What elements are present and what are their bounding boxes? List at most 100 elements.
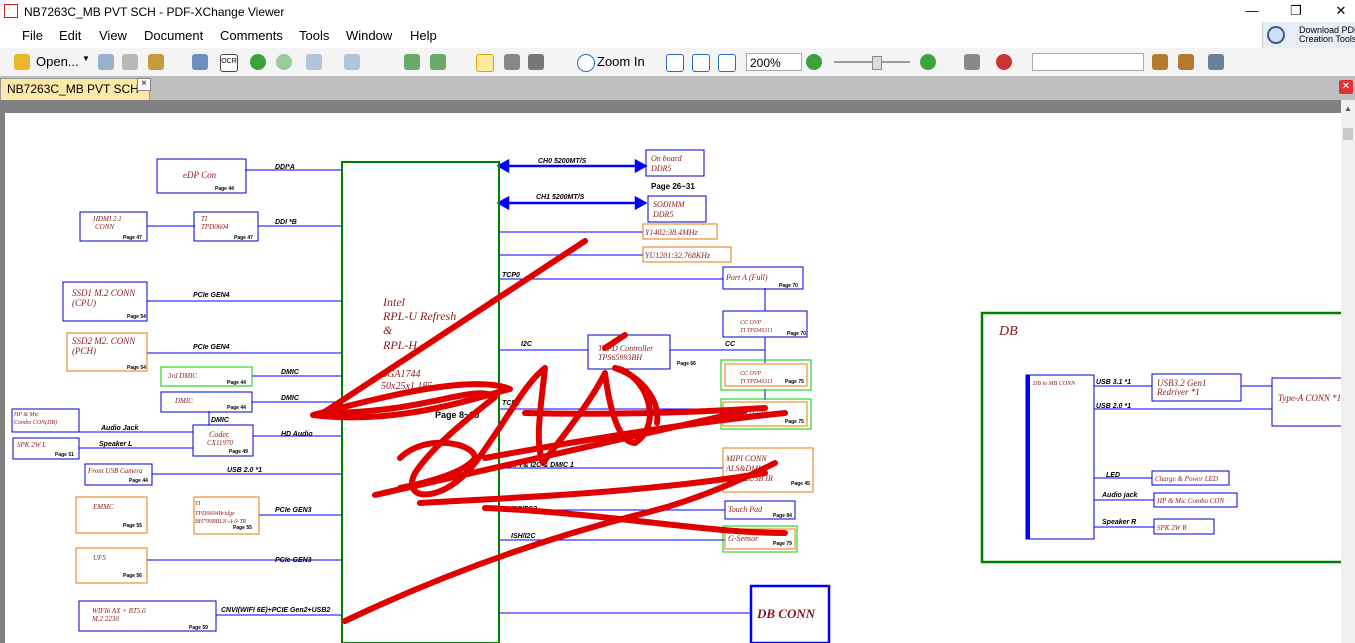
menu-view[interactable]: View	[99, 28, 127, 43]
db-aj-signal: Audio jack	[1101, 492, 1139, 499]
ufs-signal: PCIe GEN3	[275, 557, 312, 564]
ssd2-label-2: (PCH)	[72, 346, 96, 356]
restore-button[interactable]: ❐	[1273, 0, 1319, 24]
menu-edit[interactable]: Edit	[59, 28, 81, 43]
page-view-icon[interactable]	[430, 54, 446, 70]
undo-icon[interactable]	[306, 54, 322, 70]
wifi-label-1: WIFI6 AX + BT5.0	[92, 607, 146, 615]
typewriter-icon[interactable]	[192, 54, 208, 70]
sodimm-label-1: SODIMM	[653, 200, 686, 209]
menu-tools[interactable]: Tools	[299, 28, 329, 43]
zoom-level-combo[interactable]: 200%	[746, 53, 802, 71]
cpu-label-2: RPL-U Refresh	[382, 309, 456, 323]
download-label: Download PDF Creation Tools	[1299, 25, 1355, 44]
zoom-in-button[interactable]: Zoom In	[597, 54, 645, 74]
fit-width-icon[interactable]	[718, 54, 736, 72]
pd-label-2: TPS65993BH	[598, 353, 643, 362]
hand-tool-icon[interactable]	[476, 54, 494, 72]
pd-signal: I2C	[521, 341, 533, 348]
menu-document[interactable]: Document	[144, 28, 203, 43]
open-dropdown-icon[interactable]: ▼	[82, 54, 90, 74]
wifi-signal: CNVI(WIFI 6E)+PCIE Gen2+USB2	[221, 607, 330, 614]
ssd1-signal: PCIe GEN4	[193, 292, 230, 299]
menu-file[interactable]: File	[22, 28, 43, 43]
pdf-page: Intel RPL-U Refresh & RPL-H BGA1744 50x2…	[5, 113, 1342, 643]
bridge-signal: PCIe GEN3	[275, 507, 312, 514]
ddr-onboard-label-2: DDR5	[650, 164, 671, 173]
hdmi-page: Page 47	[123, 235, 142, 241]
save-icon[interactable]	[98, 54, 114, 70]
cpu-label-4: RPL-H	[382, 338, 418, 352]
wifi-label-2: M.2 2230	[91, 615, 119, 623]
tab-close-icon[interactable]: ×	[137, 78, 151, 91]
ccovp1-label-1: CC OVP	[740, 320, 762, 326]
mipi-page: Page 45	[791, 481, 810, 487]
ufs-label: UFS	[93, 554, 106, 562]
open-folder-icon[interactable]	[14, 54, 30, 70]
download-pdf-tools-button[interactable]: Download PDF Creation Tools	[1262, 22, 1355, 49]
hdmi-label-2: CONN	[95, 223, 114, 231]
xtal2-label: YU1201:32.768KHz	[645, 251, 711, 260]
actual-size-icon[interactable]	[666, 54, 684, 72]
scroll-up-icon[interactable]: ▲	[1344, 104, 1352, 113]
scrollbar-thumb[interactable]	[1343, 128, 1353, 140]
xtal1-label: Y1402:38.4MHz	[645, 228, 699, 237]
ssd2-label-1: SSD2 M2. CONN	[72, 336, 136, 346]
binoculars-icon[interactable]	[964, 54, 980, 70]
gsensor-page: Page 79	[773, 541, 792, 547]
search-input[interactable]	[1032, 53, 1144, 71]
options-icon[interactable]	[1208, 54, 1224, 70]
cpu-label-1: Intel	[382, 295, 406, 309]
codec-label-2: CX11970	[207, 439, 233, 447]
print-icon[interactable]	[122, 54, 138, 70]
pd-page: Page 66	[677, 361, 696, 367]
search-next-icon[interactable]	[1178, 54, 1194, 70]
snapshot-icon[interactable]	[504, 54, 520, 70]
menu-comments[interactable]: Comments	[220, 28, 283, 43]
zoom-plus-icon[interactable]	[920, 54, 936, 70]
menu-help[interactable]: Help	[410, 28, 437, 43]
document-tab[interactable]: NB7263C_MB PVT SCH ×	[0, 78, 151, 100]
db-aj: HP & Mic Combo CON	[1156, 497, 1224, 505]
ccovp2-label-1: CC OVP	[740, 371, 762, 377]
dmic3-page: Page 44	[227, 380, 246, 386]
dbconn-label: DB CONN	[756, 606, 816, 621]
hpmic-signal: Audio Jack	[100, 425, 139, 432]
search-prev-icon[interactable]	[1152, 54, 1168, 70]
menu-window[interactable]: Window	[346, 28, 392, 43]
bridge-page: Page 55	[233, 525, 252, 531]
emmc-page: Page 55	[123, 523, 142, 529]
redo-icon[interactable]	[344, 54, 360, 70]
scan-icon[interactable]	[148, 54, 164, 70]
pd-cc-signal: CC	[725, 341, 736, 348]
db-led: Charge & Power LED	[1155, 475, 1218, 483]
ti604-label-1: TI	[201, 215, 208, 223]
forward-arrow-icon[interactable]	[276, 54, 292, 70]
schematic-diagram: Intel RPL-U Refresh & RPL-H BGA1744 50x2…	[11, 149, 1342, 643]
ocr-icon[interactable]: OCR	[220, 54, 238, 72]
vertical-scrollbar[interactable]: ▲	[1341, 100, 1355, 643]
zoom-in-icon[interactable]	[577, 54, 595, 72]
open-button[interactable]: Open...	[36, 54, 79, 74]
fit-page-icon[interactable]	[692, 54, 710, 72]
hpmic-label-2: Combo CON(DB)	[14, 419, 57, 426]
spk-label: SPK 2W L	[17, 441, 46, 449]
ddr-page: Page 26~31	[651, 182, 695, 191]
edp-signal: DDI*A	[275, 164, 295, 171]
select-text-icon[interactable]	[528, 54, 544, 70]
minimize-button[interactable]: —	[1229, 0, 1275, 24]
document-tab-label: NB7263C_MB PVT SCH	[7, 82, 139, 96]
rotate-icon[interactable]	[404, 54, 420, 70]
zoom-out-icon[interactable]	[806, 54, 822, 70]
close-document-icon[interactable]: ✕	[1339, 80, 1353, 94]
spell-check-icon[interactable]	[996, 54, 1012, 70]
globe-icon	[1267, 26, 1285, 44]
zoom-slider-thumb[interactable]	[872, 56, 882, 70]
document-viewer[interactable]: Intel RPL-U Refresh & RPL-H BGA1744 50x2…	[0, 100, 1355, 643]
close-button[interactable]: ✕	[1318, 0, 1355, 24]
emmc-label: EMMC	[92, 503, 114, 511]
back-arrow-icon[interactable]	[250, 54, 266, 70]
menu-bar: File Edit View Document Comments Tools W…	[0, 24, 1355, 48]
ssd1-label-2: (CPU)	[72, 298, 96, 308]
ti604-page: Page 47	[234, 235, 253, 241]
